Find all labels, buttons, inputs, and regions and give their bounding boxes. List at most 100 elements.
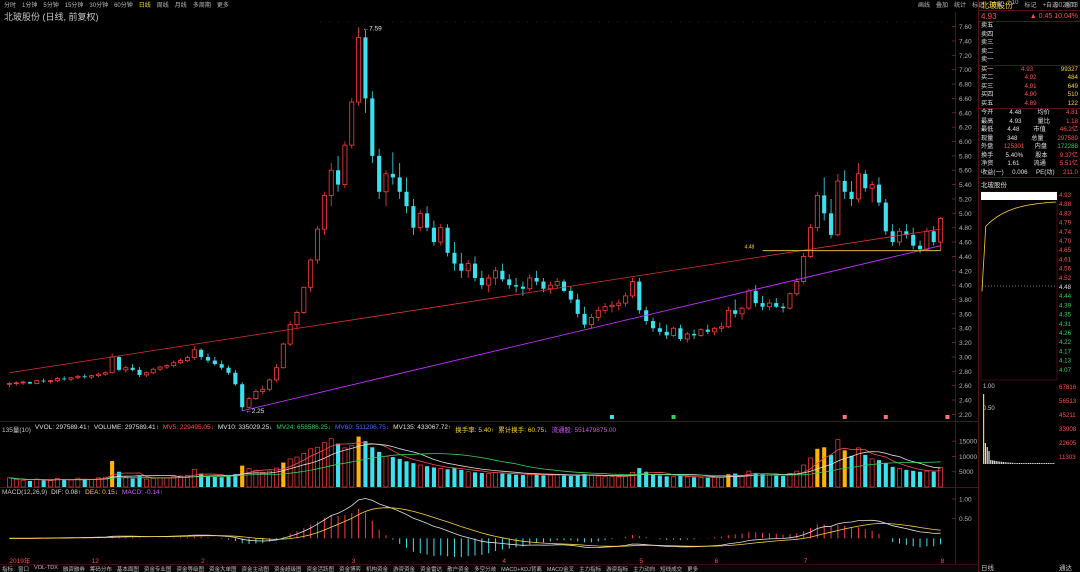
main-chart[interactable]: 7.60 7.40 7.20 7.00 6.80 6.60 6.40 6.20 6.00 5.80…	[0, 0, 978, 564]
volume-bar	[863, 454, 868, 487]
candle-body	[595, 309, 601, 318]
candle-body	[514, 285, 519, 287]
candle-body	[273, 367, 279, 381]
macd-stat: MACD: -0.14↑	[122, 489, 163, 496]
candle-body	[315, 228, 320, 261]
candle-body	[917, 245, 923, 250]
indicator-tab[interactable]: 资金主动图	[241, 565, 269, 572]
volume-bar	[684, 476, 690, 488]
order-book-row: 买四 4.90 510	[979, 91, 1080, 100]
candle-body	[835, 180, 841, 236]
order-price: 4.93	[1021, 65, 1034, 73]
order-book-row: 卖一	[979, 56, 1080, 65]
y-tick-label: 7.20	[959, 53, 972, 60]
indicator-tab[interactable]: 短线成交	[660, 565, 682, 572]
candle-body	[445, 227, 450, 253]
candle-body	[431, 227, 436, 243]
y-tick-label: 4.00	[959, 283, 972, 290]
indicator-tab[interactable]: 主力指标	[579, 565, 601, 572]
quote-row: 今开 4.48 均价 4.81	[979, 109, 1080, 118]
event-marker[interactable]	[883, 415, 888, 419]
candle-body	[54, 378, 60, 382]
indicator-tab[interactable]: MACD+KDJ背离	[501, 565, 542, 572]
quote-row: 最高 4.93 量比 1.18	[979, 118, 1080, 127]
event-marker[interactable]	[671, 415, 676, 419]
candle-body	[328, 169, 334, 196]
candle-body	[184, 357, 190, 361]
candle-body	[452, 252, 457, 264]
volume-bar	[493, 472, 498, 488]
candle-body	[500, 270, 505, 280]
quote-label: 内盘	[1034, 143, 1048, 150]
mini-price-tick: 4.56	[1059, 266, 1072, 273]
indicator-tab[interactable]: 多空分歧	[474, 565, 496, 572]
volume-bar	[507, 474, 512, 487]
indicator-tab[interactable]: VOL-TDX	[34, 565, 58, 572]
indicator-tab[interactable]: 资金活跃图	[307, 565, 335, 572]
volume-bar	[671, 476, 676, 488]
indicator-tab[interactable]: 机构资金	[366, 565, 388, 572]
mini-volume-tick: 22605	[1059, 440, 1077, 447]
indicator-tab[interactable]: MACD金叉	[547, 565, 574, 572]
y-tick-label: 7.00	[959, 67, 972, 74]
candle-body	[712, 327, 718, 333]
mini-bottom-label: 日线	[981, 563, 995, 572]
candle-body	[34, 380, 40, 384]
indicator-tab[interactable]: 散户资金	[447, 565, 469, 572]
volume-bar	[267, 470, 273, 488]
volume-bar	[246, 468, 252, 488]
volume-bar	[445, 469, 450, 487]
indicator-tab[interactable]: 更多	[687, 565, 698, 572]
order-volume: 122	[1067, 99, 1078, 107]
indicator-tab[interactable]: 游资指标	[606, 565, 628, 572]
volume-bar	[547, 474, 553, 488]
order-level-label: 卖一	[981, 56, 994, 63]
low-price-label: ←2.25	[245, 408, 265, 415]
candle-body	[733, 310, 738, 314]
indicator-tab[interactable]: 指标	[2, 565, 13, 572]
indicator-tab[interactable]: 资金雷达	[420, 565, 442, 572]
event-marker[interactable]	[945, 415, 950, 419]
event-marker[interactable]	[842, 415, 847, 419]
volume-bar	[342, 447, 348, 488]
order-volume: 510	[1067, 91, 1078, 98]
candle-body	[671, 327, 677, 336]
event-marker[interactable]	[609, 415, 614, 419]
x-axis-label: 2019年	[9, 556, 30, 564]
indicator-tab[interactable]: 融资融券	[63, 565, 85, 572]
y-tick-label: 6.40	[959, 110, 972, 117]
order-level-label: 卖二	[981, 47, 994, 55]
mini-volume-bar	[1049, 463, 1051, 464]
volume-bar	[48, 480, 53, 488]
mini-volume-bar	[1046, 463, 1048, 464]
quote-value: 4.48	[1009, 109, 1022, 116]
candle-body	[609, 304, 615, 308]
volume-bar	[541, 475, 546, 487]
candle-body	[623, 295, 629, 304]
indicator-tab[interactable]: 筹码分布	[90, 565, 112, 572]
candle-body	[684, 333, 690, 340]
volume-bar	[500, 473, 505, 487]
volume-bar	[650, 474, 656, 487]
mini-volume-bar	[983, 394, 985, 464]
indicator-tab[interactable]: 资金等级图	[176, 565, 204, 572]
volume-bar	[787, 473, 793, 488]
candle-body	[267, 379, 273, 390]
volume-bar	[534, 474, 539, 487]
mini-volume-bar	[1038, 463, 1040, 464]
indicator-tab[interactable]: 窗口	[18, 565, 29, 572]
indicator-tab[interactable]: 基本面图	[117, 565, 139, 572]
volume-bar	[657, 475, 662, 487]
quote-value: 125301	[1003, 143, 1025, 150]
indicator-tab[interactable]: 游资资金	[393, 565, 415, 572]
indicator-tab[interactable]: 主力动向	[633, 565, 655, 572]
indicator-tab[interactable]: 资金超级图	[274, 565, 302, 572]
indicator-tab[interactable]: 资金专业图	[144, 565, 172, 572]
intraday-mini-chart[interactable]: 4.93 4.88 4.83 4.79 4.74 4.70 4.65 4.61 4.56 4.52…	[979, 190, 1080, 572]
volume-bar	[911, 470, 916, 487]
mini-price-tick: 4.44	[1059, 293, 1072, 300]
candle-body	[240, 384, 245, 408]
volume-bar	[336, 443, 341, 487]
indicator-tab[interactable]: 资金大单图	[209, 565, 237, 572]
indicator-tab[interactable]: 资金博弈	[339, 565, 361, 572]
